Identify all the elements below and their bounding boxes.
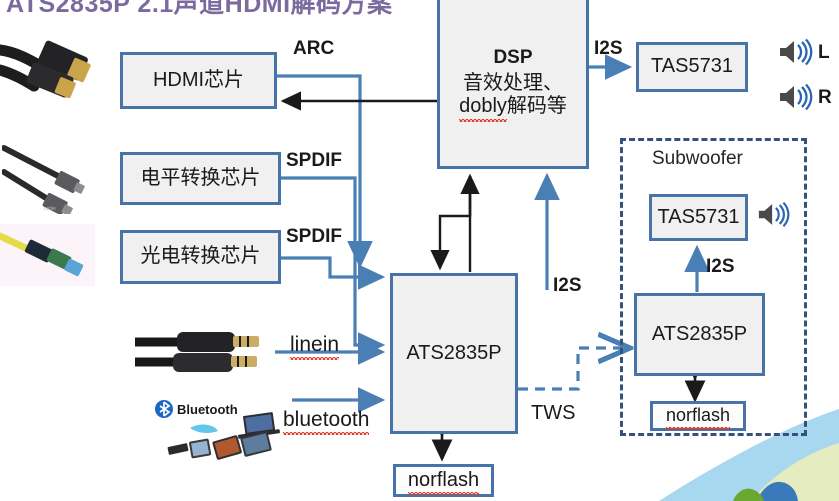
label-linein-text: linein <box>290 333 340 360</box>
block-optical-conversion-chip[interactable]: 光电转换芯片 <box>120 230 281 284</box>
speaker-right-label: R <box>818 87 832 108</box>
block-ats2835p-main[interactable]: ATS2835P <box>390 273 518 434</box>
label-bluetooth-text: bluetooth <box>283 408 370 435</box>
diagram-canvas: ATS2835P 2.1声道HDMI解码方案 cable Bluetooth H… <box>0 0 839 501</box>
speaker-subwoofer <box>757 201 791 233</box>
block-tas5731-subwoofer[interactable]: TAS5731 <box>649 194 748 241</box>
block-ats2835p-subwoofer[interactable]: ATS2835P <box>634 293 765 376</box>
wire-spdif-level <box>280 176 386 358</box>
label-spdif-level: SPDIF <box>286 150 342 171</box>
wire-spdif-optical <box>280 256 386 290</box>
speaker-icon <box>780 38 813 66</box>
label-bluetooth: bluetooth <box>283 408 370 435</box>
group-subwoofer <box>620 138 807 436</box>
speaker-left <box>778 38 814 71</box>
block-level-conversion-chip[interactable]: 电平转换芯片 <box>120 152 281 205</box>
speaker-icon <box>758 201 790 228</box>
speaker-right <box>778 83 814 116</box>
block-norflash-subwoofer[interactable]: norflash <box>650 401 746 431</box>
block-ats2835p-main-label: ATS2835P <box>406 341 502 364</box>
label-linein: linein <box>290 333 340 360</box>
coaxial-cable-photo: cable <box>1 132 97 216</box>
block-norflash-main-label: norflash <box>407 468 480 495</box>
block-dsp[interactable]: DSP 音效处理、 dobly解码等 <box>437 0 589 169</box>
block-dsp-line2: 音效处理、 <box>463 71 563 94</box>
block-tas5731-main[interactable]: TAS5731 <box>636 42 748 92</box>
label-i2s-dsp-to-tas: I2S <box>594 38 623 59</box>
fiber-optic-cable-photo <box>0 224 95 286</box>
wire-dsp-ats-bidir <box>430 173 480 272</box>
speaker-left-label: L <box>818 42 830 63</box>
block-level-conversion-chip-label: 电平转换芯片 <box>140 166 261 189</box>
label-tws: TWS <box>531 402 576 424</box>
bluetooth-devices-photo: Bluetooth <box>152 398 292 460</box>
block-dsp-line3: dobly解码等 <box>459 95 567 122</box>
speaker-icon <box>780 83 813 111</box>
block-dsp-title: DSP <box>493 47 533 69</box>
block-tas5731-subwoofer-label: TAS5731 <box>657 205 740 228</box>
aux-3-5mm-cable-photo <box>130 328 275 388</box>
wire-tws-dashed <box>518 348 627 391</box>
block-tas5731-main-label: TAS5731 <box>651 55 733 78</box>
block-hdmi-chip[interactable]: HDMI芯片 <box>120 52 277 109</box>
svg-text:Bluetooth: Bluetooth <box>177 402 238 417</box>
block-ats2835p-subwoofer-label: ATS2835P <box>651 322 748 345</box>
group-subwoofer-label: Subwoofer <box>652 148 743 169</box>
block-dsp-decode-text: 解码等 <box>506 95 567 118</box>
block-dsp-dobly-text: dobly <box>459 95 507 122</box>
block-optical-conversion-chip-label: 光电转换芯片 <box>140 245 261 268</box>
label-i2s-subwoofer: I2S <box>706 256 735 277</box>
label-arc: ARC <box>293 38 335 59</box>
svg-text:cable: cable <box>44 206 56 212</box>
page-title: ATS2835P 2.1声道HDMI解码方案 <box>6 0 393 18</box>
block-hdmi-chip-label: HDMI芯片 <box>152 68 245 91</box>
label-i2s-ats-to-dsp: I2S <box>553 275 582 296</box>
block-norflash-subwoofer-label: norflash <box>665 405 731 430</box>
block-norflash-main[interactable]: norflash <box>393 464 494 497</box>
label-spdif-optical: SPDIF <box>286 226 342 247</box>
hdmi-cable-photo <box>0 22 95 112</box>
